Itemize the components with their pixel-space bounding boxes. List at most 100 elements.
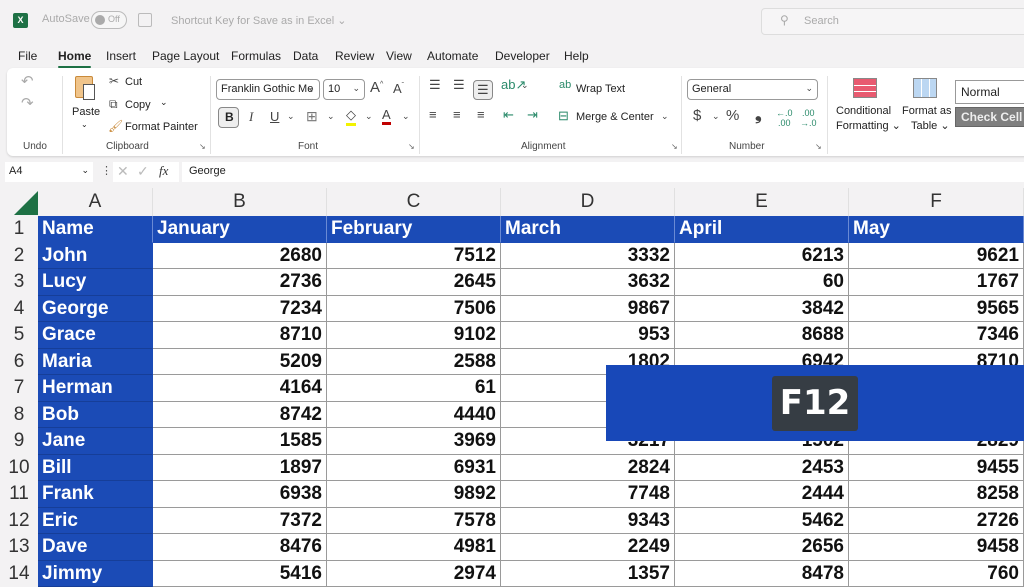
value-cell[interactable]: 7748 [501, 481, 675, 508]
name-cell[interactable]: Jimmy [38, 561, 153, 587]
row-header[interactable]: 1 [0, 216, 38, 243]
value-cell[interactable]: 9343 [501, 508, 675, 535]
value-cell[interactable]: 1585 [153, 428, 327, 455]
name-cell[interactable]: Maria [38, 349, 153, 376]
value-cell[interactable]: 2588 [327, 349, 501, 376]
redo-icon[interactable]: ↷ [21, 94, 34, 112]
value-cell[interactable]: 3332 [501, 243, 675, 270]
search-input[interactable]: ⚲ Search [761, 8, 1024, 35]
value-cell[interactable]: 7346 [849, 322, 1024, 349]
chevron-down-icon[interactable]: ⌄ [365, 111, 373, 122]
value-cell[interactable]: 3969 [327, 428, 501, 455]
name-cell[interactable]: Lucy [38, 269, 153, 296]
dialog-launcher-icon[interactable]: ↘ [408, 142, 415, 151]
value-cell[interactable]: 2736 [153, 269, 327, 296]
value-cell[interactable]: 9565 [849, 296, 1024, 323]
value-cell[interactable]: 7506 [327, 296, 501, 323]
chevron-down-icon[interactable]: ⌄ [661, 111, 669, 122]
dialog-launcher-icon[interactable]: ↘ [199, 142, 206, 151]
value-cell[interactable]: 9458 [849, 534, 1024, 561]
number-format-dropdown[interactable]: General ⌄ [687, 79, 818, 100]
header-cell[interactable]: Name [38, 216, 153, 243]
format-painter-button[interactable]: Format Painter [125, 121, 198, 133]
select-all-button[interactable] [14, 191, 38, 215]
header-cell[interactable]: January [153, 216, 327, 243]
value-cell[interactable]: 4164 [153, 375, 327, 402]
copy-button[interactable]: Copy [125, 99, 151, 111]
name-cell[interactable]: John [38, 243, 153, 270]
row-header[interactable]: 6 [0, 349, 38, 376]
value-cell[interactable]: 60 [675, 269, 849, 296]
align-bottom-button[interactable]: ☰ [473, 80, 493, 100]
comma-style-button[interactable]: ❟ [755, 105, 762, 125]
value-cell[interactable]: 61 [327, 375, 501, 402]
name-cell[interactable]: Grace [38, 322, 153, 349]
header-cell[interactable]: May [849, 216, 1024, 243]
value-cell[interactable]: 9867 [501, 296, 675, 323]
align-center-icon[interactable]: ≡ [453, 107, 461, 122]
row-header[interactable]: 3 [0, 269, 38, 296]
name-cell[interactable]: Frank [38, 481, 153, 508]
align-left-icon[interactable]: ≡ [429, 107, 437, 122]
value-cell[interactable]: 8688 [675, 322, 849, 349]
value-cell[interactable]: 4440 [327, 402, 501, 429]
value-cell[interactable]: 8476 [153, 534, 327, 561]
chevron-down-icon[interactable]: ⌄ [287, 111, 295, 122]
italic-button[interactable]: I [249, 109, 253, 125]
row-header[interactable]: 7 [0, 375, 38, 402]
insert-function-button[interactable]: fx [159, 163, 168, 179]
cell-style-check-cell[interactable]: Check Cell [955, 107, 1024, 127]
value-cell[interactable]: 2249 [501, 534, 675, 561]
more-options-icon[interactable]: ⋮ [101, 164, 112, 177]
value-cell[interactable]: 953 [501, 322, 675, 349]
tab-data[interactable]: Data [293, 49, 318, 63]
value-cell[interactable]: 9102 [327, 322, 501, 349]
cut-button[interactable]: Cut [125, 76, 142, 88]
decrease-indent-icon[interactable]: ⇤ [503, 107, 514, 123]
header-cell[interactable]: April [675, 216, 849, 243]
name-cell[interactable]: Eric [38, 508, 153, 535]
align-right-icon[interactable]: ≡ [477, 107, 485, 122]
align-middle-icon[interactable]: ☰ [453, 77, 465, 93]
font-color-icon[interactable]: A [382, 107, 391, 125]
font-name-dropdown[interactable]: Franklin Gothic Me ⌄ [216, 79, 320, 100]
column-header-d[interactable]: D [501, 188, 675, 216]
value-cell[interactable]: 2656 [675, 534, 849, 561]
value-cell[interactable]: 3632 [501, 269, 675, 296]
save-icon[interactable] [138, 13, 152, 27]
tab-home[interactable]: Home [58, 49, 91, 63]
value-cell[interactable]: 9455 [849, 455, 1024, 482]
currency-button[interactable]: $ [693, 107, 701, 124]
value-cell[interactable]: 1357 [501, 561, 675, 587]
tab-developer[interactable]: Developer [495, 49, 550, 63]
value-cell[interactable]: 2444 [675, 481, 849, 508]
name-cell[interactable]: Bill [38, 455, 153, 482]
value-cell[interactable]: 3842 [675, 296, 849, 323]
chevron-down-icon[interactable]: ⌄ [160, 97, 168, 108]
header-cell[interactable]: March [501, 216, 675, 243]
decrease-font-size-icon[interactable]: Aˇ [393, 81, 404, 96]
name-cell[interactable]: Bob [38, 402, 153, 429]
tab-formulas[interactable]: Formulas [231, 49, 281, 63]
value-cell[interactable]: 5209 [153, 349, 327, 376]
column-header-b[interactable]: B [153, 188, 327, 216]
align-top-icon[interactable]: ☰ [429, 77, 441, 93]
value-cell[interactable]: 2453 [675, 455, 849, 482]
chevron-down-icon[interactable]: ⌄ [712, 111, 720, 122]
value-cell[interactable]: 9621 [849, 243, 1024, 270]
increase-indent-icon[interactable]: ⇥ [527, 107, 538, 123]
tab-help[interactable]: Help [564, 49, 589, 63]
name-cell[interactable]: Herman [38, 375, 153, 402]
paste-button[interactable]: Paste ⌄ [71, 74, 101, 130]
cell-style-normal[interactable]: Normal [955, 80, 1024, 104]
value-cell[interactable]: 8710 [153, 322, 327, 349]
column-header-e[interactable]: E [675, 188, 849, 216]
row-header[interactable]: 12 [0, 508, 38, 535]
percent-button[interactable]: % [726, 107, 739, 124]
value-cell[interactable]: 2680 [153, 243, 327, 270]
value-cell[interactable]: 6213 [675, 243, 849, 270]
name-box[interactable]: A4 ⌄ [5, 162, 93, 182]
value-cell[interactable]: 5462 [675, 508, 849, 535]
value-cell[interactable]: 1767 [849, 269, 1024, 296]
value-cell[interactable]: 5416 [153, 561, 327, 587]
